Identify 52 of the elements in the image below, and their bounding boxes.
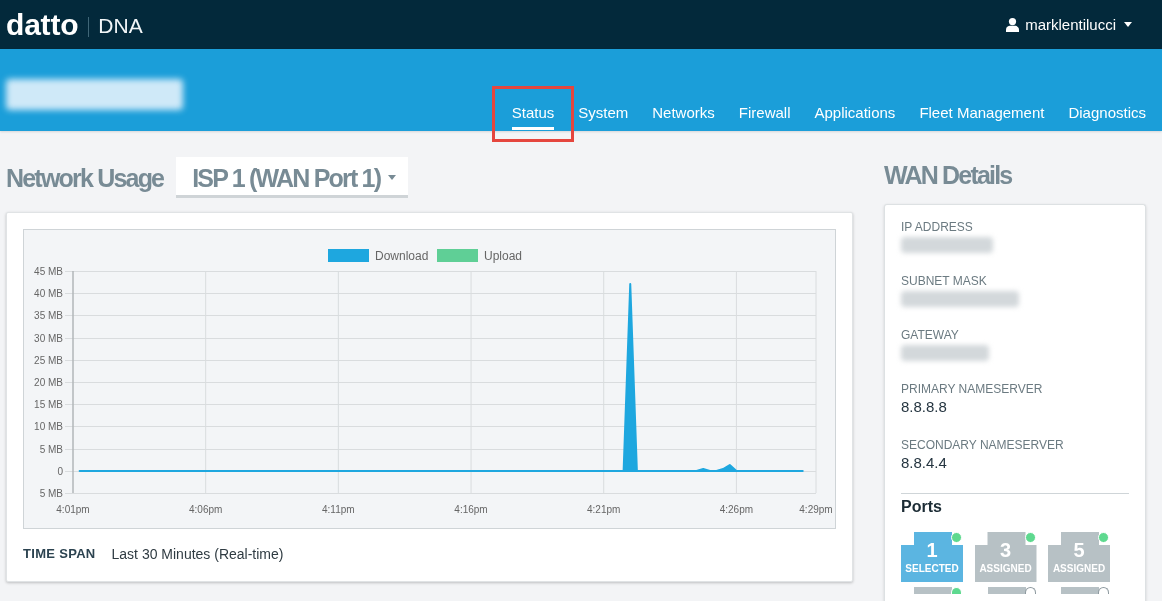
y-tick-label: 45 MB — [34, 266, 63, 277]
y-tick-label: 20 MB — [34, 377, 63, 388]
field-label: SUBNET MASK — [901, 273, 988, 289]
port-tile[interactable]: 5 ASSIGNED — [1048, 532, 1110, 582]
x-tick-label: 4:29pm — [799, 504, 833, 515]
time-span-value: Last 30 Minutes (Real-time) — [111, 545, 284, 564]
x-tick-label: 4:01pm — [56, 504, 90, 515]
port-tile[interactable]: 3 ASSIGNED — [974, 532, 1037, 582]
x-tick-label: 4:06pm — [189, 504, 223, 515]
y-tick-label: 5 MB — [39, 444, 63, 455]
caret-icon — [388, 175, 397, 180]
y-tick-label: 35 MB — [34, 310, 63, 321]
field-label: PRIMARY NAMESERVER — [901, 381, 1044, 397]
x-tick-label: 4:11pm — [322, 504, 355, 515]
nav-tab[interactable]: Status — [511, 104, 555, 130]
brand-logo: datto — [6, 7, 79, 42]
wan-select[interactable]: ISP 1 (WAN Port 1) — [176, 157, 409, 198]
person-icon — [1006, 17, 1020, 32]
x-tick-label: 4:26pm — [719, 504, 754, 515]
port-tile[interactable] — [914, 587, 952, 594]
section-heading: Network Usage — [6, 163, 164, 192]
y-tick-label: 5 MB — [39, 488, 63, 499]
y-tick-label: 30 MB — [34, 333, 63, 344]
field-value: 8.8.8.8 — [901, 397, 948, 417]
field-label: IP ADDRESS — [901, 219, 974, 235]
section-heading: WAN Details — [884, 161, 1013, 189]
nav-tab[interactable]: Firewall — [738, 104, 791, 130]
y-tick-label: 0 — [57, 466, 63, 477]
y-tick-label: 40 MB — [34, 288, 63, 299]
port-tile[interactable] — [1061, 587, 1099, 594]
ports-heading: Ports — [901, 497, 943, 517]
port-tile[interactable] — [987, 587, 1026, 594]
port-tile[interactable]: 1 SELECTED — [901, 532, 963, 582]
field-label: SECONDARY NAMESERVER — [901, 437, 1065, 453]
product-name: DNA — [98, 13, 143, 39]
legend-label: Download — [375, 249, 429, 263]
caret-icon — [1124, 22, 1132, 27]
x-tick-label: 4:16pm — [454, 504, 488, 515]
x-tick-label: 4:21pm — [587, 504, 621, 515]
nav-tab[interactable]: Networks — [652, 104, 715, 130]
field-value: 8.8.4.4 — [901, 453, 948, 473]
user-menu[interactable]: marklentilucci — [1006, 15, 1132, 34]
nav-tab[interactable]: Diagnostics — [1068, 104, 1146, 130]
nav-tab[interactable]: Fleet Management — [919, 104, 1045, 130]
y-tick-label: 10 MB — [34, 421, 63, 432]
y-tick-label: 25 MB — [34, 355, 63, 366]
nav-tab[interactable]: System — [578, 104, 629, 130]
nav-tab[interactable]: Applications — [814, 104, 896, 130]
time-span-label: TIME SPAN — [23, 545, 96, 563]
y-tick-label: 15 MB — [34, 399, 63, 410]
legend-label: Upload — [484, 249, 523, 263]
field-label: GATEWAY — [901, 327, 960, 343]
